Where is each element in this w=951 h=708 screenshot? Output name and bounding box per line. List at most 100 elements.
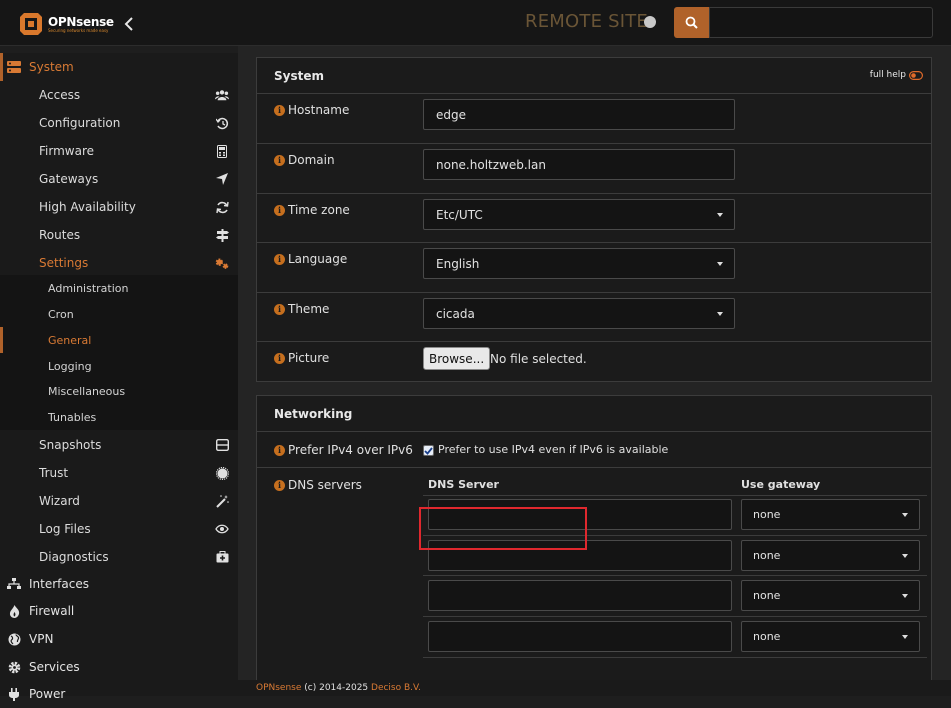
nav-firmware[interactable]: Firmware [0, 137, 238, 165]
theme-row: i Theme cicada [257, 293, 931, 342]
caret-down-icon [717, 213, 723, 217]
nav-routes[interactable]: Routes [0, 221, 238, 249]
picture-row: i Picture Browse... No file selected. [257, 342, 931, 380]
use-gateway-select[interactable]: none [741, 621, 920, 652]
brand-logo[interactable]: OPNsense Securing networks made easy [18, 11, 114, 37]
calculator-icon [215, 144, 229, 158]
full-help-label: full help [869, 70, 906, 80]
domain-field[interactable]: none.holtzweb.lan [423, 149, 735, 180]
nav-settings-tunables[interactable]: Tunables [0, 404, 238, 430]
sitemap-icon [7, 577, 21, 591]
gateway-value: none [753, 549, 781, 562]
hostname-row: i Hostname edge [257, 94, 931, 144]
full-help-toggle[interactable]: full help [870, 70, 923, 80]
nav-firewall[interactable]: Firewall [0, 597, 238, 625]
history-icon [215, 116, 229, 130]
nav-settings[interactable]: Settings [0, 249, 238, 277]
info-icon[interactable]: i [274, 479, 285, 491]
plug-icon [7, 687, 21, 701]
use-gateway-select[interactable]: none [741, 580, 920, 611]
prefer-ipv4-label: i Prefer IPv4 over IPv6 [274, 443, 413, 457]
site-label: REMOTE SITE [525, 11, 648, 32]
divider [423, 575, 927, 576]
nav-diagnostics[interactable]: Diagnostics [0, 543, 238, 571]
cogs-icon [215, 256, 229, 270]
nav-interfaces[interactable]: Interfaces [0, 570, 238, 598]
divider [423, 535, 927, 536]
prefer-ipv4-label-text: Prefer IPv4 over IPv6 [288, 443, 413, 457]
timezone-select[interactable]: Etc/UTC [423, 199, 735, 230]
language-value: English [436, 256, 480, 271]
search-icon [685, 16, 698, 29]
eye-icon [215, 522, 229, 536]
footer-brand[interactable]: OPNsense [256, 683, 301, 693]
info-icon[interactable]: i [274, 303, 285, 315]
nav-settings-cron[interactable]: Cron [0, 301, 238, 327]
nav-high-availability[interactable]: High Availability [0, 193, 238, 221]
nav-access[interactable]: Access [0, 81, 238, 109]
divider [423, 657, 927, 658]
chevron-left-icon [124, 17, 133, 31]
info-icon[interactable]: i [274, 352, 285, 364]
nav-settings-administration[interactable]: Administration [0, 275, 238, 301]
dns-server-input[interactable] [428, 499, 732, 530]
theme-select[interactable]: cicada [423, 298, 735, 329]
nav-log-files-label: Log Files [39, 522, 91, 536]
nav-routes-label: Routes [39, 228, 81, 242]
nav-trust[interactable]: Trust [0, 459, 238, 487]
brand-tagline: Securing networks made easy [48, 27, 109, 33]
system-panel-title: System [274, 68, 324, 83]
info-icon[interactable]: i [274, 204, 285, 216]
nav-settings-general[interactable]: General [0, 327, 238, 353]
nav-diagnostics-label: Diagnostics [39, 550, 109, 564]
dns-server-input[interactable] [428, 540, 732, 571]
footer: OPNsense (c) 2014-2025 Deciso B.V. [238, 680, 951, 696]
nav-settings-miscellaneous[interactable]: Miscellaneous [0, 378, 238, 404]
use-gateway-select[interactable]: none [741, 499, 920, 530]
dns-server-input[interactable] [428, 580, 732, 611]
caret-down-icon [902, 594, 908, 598]
gateway-value: none [753, 508, 781, 521]
language-label-text: Language [288, 252, 348, 266]
opnsense-logo-icon [18, 11, 44, 37]
cog-icon [7, 660, 21, 674]
nav-wizard-label: Wizard [39, 494, 80, 508]
server-icon [7, 60, 21, 74]
checkmark-icon [424, 446, 433, 455]
info-icon[interactable]: i [274, 253, 285, 265]
sidebar: System Access Configuration Firmware Gat… [0, 53, 238, 701]
search-input[interactable] [709, 7, 933, 38]
search-button[interactable] [674, 7, 709, 38]
footer-company[interactable]: Deciso B.V. [371, 683, 421, 693]
magic-icon [215, 494, 229, 508]
nav-system[interactable]: System [0, 53, 238, 81]
nav-log-files[interactable]: Log Files [0, 515, 238, 543]
nav-settings-logging[interactable]: Logging [0, 353, 238, 379]
hostname-field[interactable]: edge [423, 99, 735, 130]
networking-panel-header: Networking [257, 396, 931, 432]
collapse-sidebar-button[interactable] [122, 15, 136, 33]
language-select[interactable]: English [423, 248, 735, 279]
refresh-icon [215, 200, 229, 214]
nav-vpn-label: VPN [29, 632, 54, 646]
nav-power[interactable]: Power [0, 680, 238, 708]
nav-vpn[interactable]: VPN [0, 625, 238, 653]
nav-services[interactable]: Services [0, 653, 238, 681]
info-icon[interactable]: i [274, 154, 285, 166]
nav-wizard[interactable]: Wizard [0, 487, 238, 515]
dns-server-input[interactable] [428, 621, 732, 652]
divider [423, 495, 927, 496]
prefer-ipv4-checkbox[interactable] [423, 445, 434, 456]
nav-cron-label: Cron [48, 307, 74, 321]
info-icon[interactable]: i [274, 444, 285, 456]
browse-button[interactable]: Browse... [423, 347, 491, 370]
prefer-ipv4-checkbox-label: Prefer to use IPv4 even if IPv6 is avail… [438, 443, 669, 456]
nav-administration-label: Administration [48, 281, 129, 295]
caret-down-icon [902, 635, 908, 639]
networking-panel: Networking i Prefer IPv4 over IPv6 Prefe… [256, 395, 932, 680]
info-icon[interactable]: i [274, 104, 285, 116]
use-gateway-select[interactable]: none [741, 540, 920, 571]
nav-gateways[interactable]: Gateways [0, 165, 238, 193]
nav-configuration[interactable]: Configuration [0, 109, 238, 137]
nav-snapshots[interactable]: Snapshots [0, 431, 238, 459]
